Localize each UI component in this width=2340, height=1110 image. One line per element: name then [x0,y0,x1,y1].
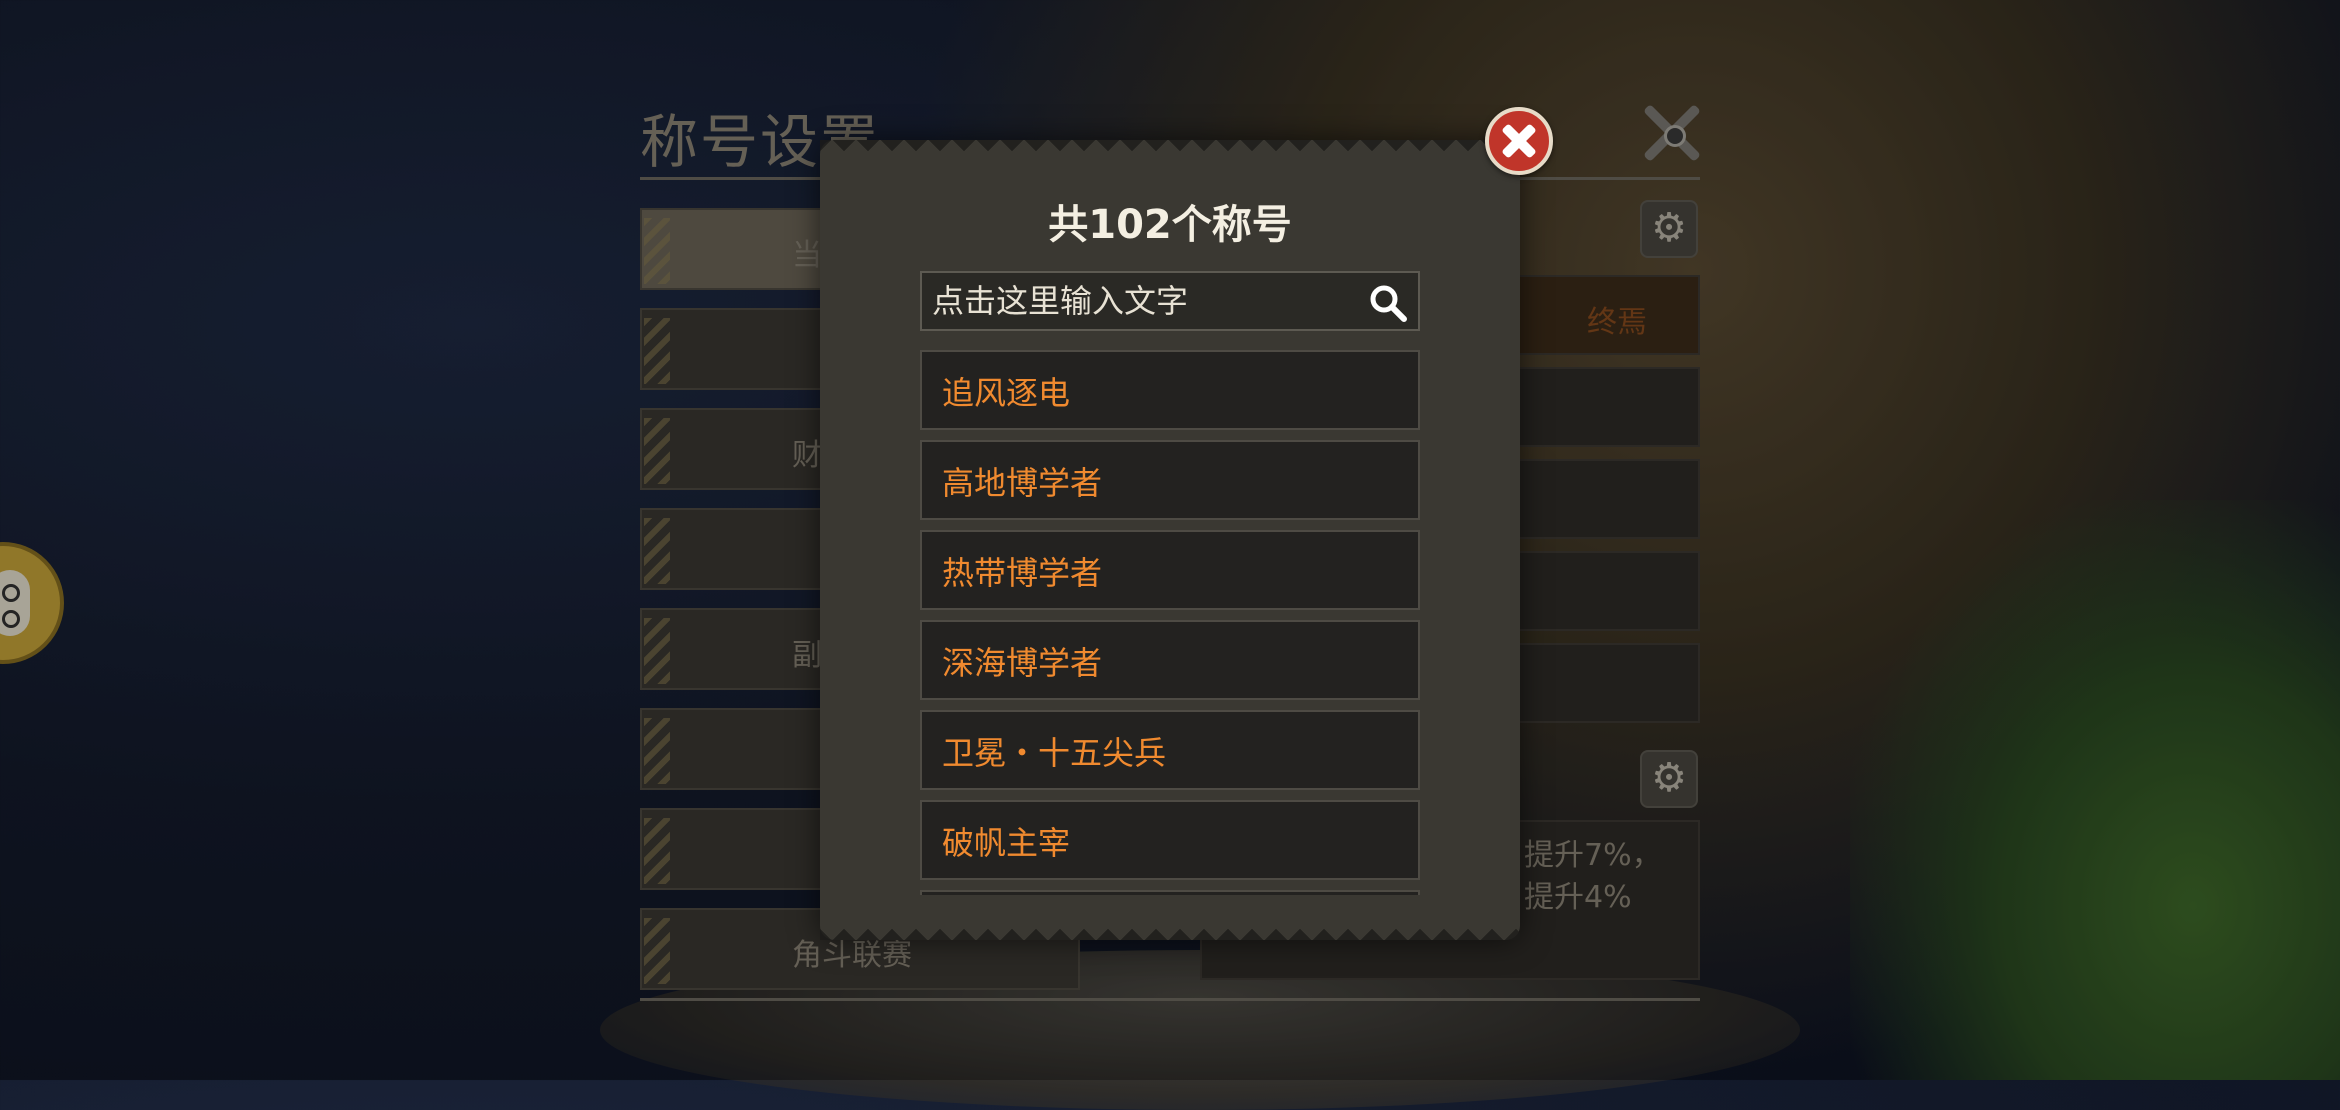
title-name: 高地博学者 [942,464,1103,502]
dialog-title: 共102个称号 [1048,202,1292,248]
list-item[interactable]: 卫冕・十五尖兵 [920,710,1420,790]
search-input[interactable] [922,273,1362,329]
title-name: 破帆主宰 [942,824,1071,862]
search-box [920,271,1420,331]
list-item[interactable]: 追风逐电 [920,350,1420,430]
search-icon[interactable] [1368,283,1408,323]
dialog-border-top [820,140,1520,164]
close-icon[interactable] [1485,107,1553,175]
list-item[interactable]: 高地博学者 [920,440,1420,520]
list-item[interactable]: 热带博学者 [920,530,1420,610]
title-name: 追风逐电 [942,374,1071,412]
title-list[interactable]: 追风逐电 高地博学者 热带博学者 深海博学者 卫冕・十五尖兵 破帆主宰 [920,350,1420,895]
list-item[interactable]: 深海博学者 [920,620,1420,700]
dialog-border-bottom [820,916,1520,940]
title-name: 卫冕・十五尖兵 [942,734,1167,772]
list-item[interactable] [920,890,1420,895]
list-item[interactable]: 破帆主宰 [920,800,1420,880]
title-name: 深海博学者 [942,644,1103,682]
title-select-dialog: 共102个称号 追风逐电 高地博学者 热带博学者 深海博学者 卫冕・十五尖兵 破… [820,140,1520,940]
title-name: 热带博学者 [942,554,1103,592]
